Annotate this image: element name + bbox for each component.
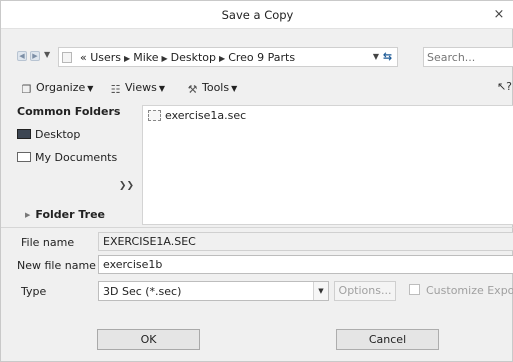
history-dropdown-icon[interactable]: ▼ (44, 50, 50, 59)
sidebar-item-my-documents[interactable]: My Documents (17, 151, 117, 164)
breadcrumb-users[interactable]: Users (90, 51, 121, 64)
close-icon[interactable]: × (488, 5, 510, 25)
sidebar-item-label: Desktop (35, 128, 81, 141)
folder-tree-toggle[interactable]: ▶ Folder Tree (25, 208, 105, 221)
chevron-down-icon: ▼ (231, 84, 238, 93)
tools-menu[interactable]: ⚒ Tools ▼ (186, 81, 238, 96)
chevron-right-icon: ▶ (124, 54, 131, 63)
file-name: exercise1a.sec (165, 109, 247, 122)
new-file-name-label: New file name (17, 259, 96, 272)
new-file-name-input[interactable]: exercise1b (98, 255, 513, 274)
sidebar-item-desktop[interactable]: Desktop (17, 128, 80, 141)
desktop-icon (17, 129, 31, 139)
help-icon[interactable]: ↖? (497, 80, 512, 93)
options-button[interactable]: Options... (334, 281, 396, 301)
dialog-title: Save a Copy (221, 8, 294, 22)
views-label: Views (125, 81, 157, 94)
common-folders-panel: Common Folders Desktop My Documents ❯❯ (17, 105, 138, 223)
back-arrow-icon[interactable]: ◀ (17, 51, 27, 61)
organize-label: Organize (36, 81, 86, 94)
views-menu[interactable]: ☷ Views ▼ (109, 81, 165, 96)
type-label: Type (21, 285, 47, 298)
folder-tree-label: Folder Tree (35, 208, 106, 221)
breadcrumb-overflow[interactable]: « (80, 51, 87, 64)
customize-export-label: Customize Export (426, 284, 513, 297)
forward-arrow-icon[interactable]: ▶ (30, 51, 40, 61)
chevron-double-down-icon[interactable]: ❯❯ (119, 181, 134, 191)
help-glyph: ? (506, 80, 512, 93)
organize-menu[interactable]: ❐ Organize ▼ (20, 81, 94, 96)
breadcrumb-creo-9-parts[interactable]: Creo 9 Parts (228, 51, 295, 64)
folder-icon (62, 52, 72, 63)
expand-triangle-icon: ▶ (25, 211, 31, 219)
search-input[interactable] (423, 47, 513, 67)
chevron-down-icon[interactable]: ▼ (313, 282, 328, 300)
divider (1, 227, 513, 228)
organize-icon: ❐ (21, 83, 32, 96)
views-icon: ☷ (110, 83, 121, 96)
common-folders-header: Common Folders (17, 105, 121, 118)
chevron-right-icon: ▶ (219, 54, 226, 63)
file-item[interactable]: exercise1a.sec (148, 109, 246, 122)
breadcrumb[interactable]: « Users ▶ Mike ▶ Desktop ▶ Creo 9 Parts (80, 51, 295, 64)
type-value: 3D Sec (*.sec) (103, 285, 182, 298)
chevron-down-icon: ▼ (87, 84, 94, 93)
tools-label: Tools (202, 81, 230, 94)
breadcrumb-mike[interactable]: Mike (133, 51, 158, 64)
refresh-icon[interactable]: ⇆ (379, 49, 396, 65)
breadcrumb-desktop[interactable]: Desktop (171, 51, 216, 64)
toolbar: ❐ Organize ▼ ☷ Views ▼ ⚒ Tools ▼ (1, 79, 513, 99)
customize-export-checkbox[interactable]: Customize Export (409, 284, 513, 297)
save-a-copy-dialog: Save a Copy × ◀ ▶ ▼ « Users ▶ Mike ▶ Desktop… (0, 0, 513, 362)
ok-button[interactable]: OK (97, 329, 200, 350)
chevron-down-icon: ▼ (158, 84, 165, 93)
file-name-field: EXERCISE1A.SEC (98, 232, 513, 251)
chevron-right-icon: ▶ (161, 54, 168, 63)
sidebar-item-label: My Documents (35, 151, 118, 164)
file-name-label: File name (21, 236, 75, 249)
tools-icon: ⚒ (187, 83, 198, 96)
documents-icon (17, 152, 31, 162)
title-bar: Save a Copy × (1, 1, 513, 29)
type-select[interactable]: 3D Sec (*.sec) ▼ (98, 281, 329, 301)
cancel-button[interactable]: Cancel (336, 329, 439, 350)
checkbox-icon[interactable] (409, 284, 420, 295)
address-bar[interactable]: « Users ▶ Mike ▶ Desktop ▶ Creo 9 Parts ▼ ⇆ (58, 47, 398, 67)
section-file-icon (148, 110, 161, 121)
file-list-pane[interactable]: exercise1a.sec (142, 105, 513, 225)
address-row: ◀ ▶ ▼ « Users ▶ Mike ▶ Desktop ▶ Creo 9 Parts … (1, 45, 513, 69)
